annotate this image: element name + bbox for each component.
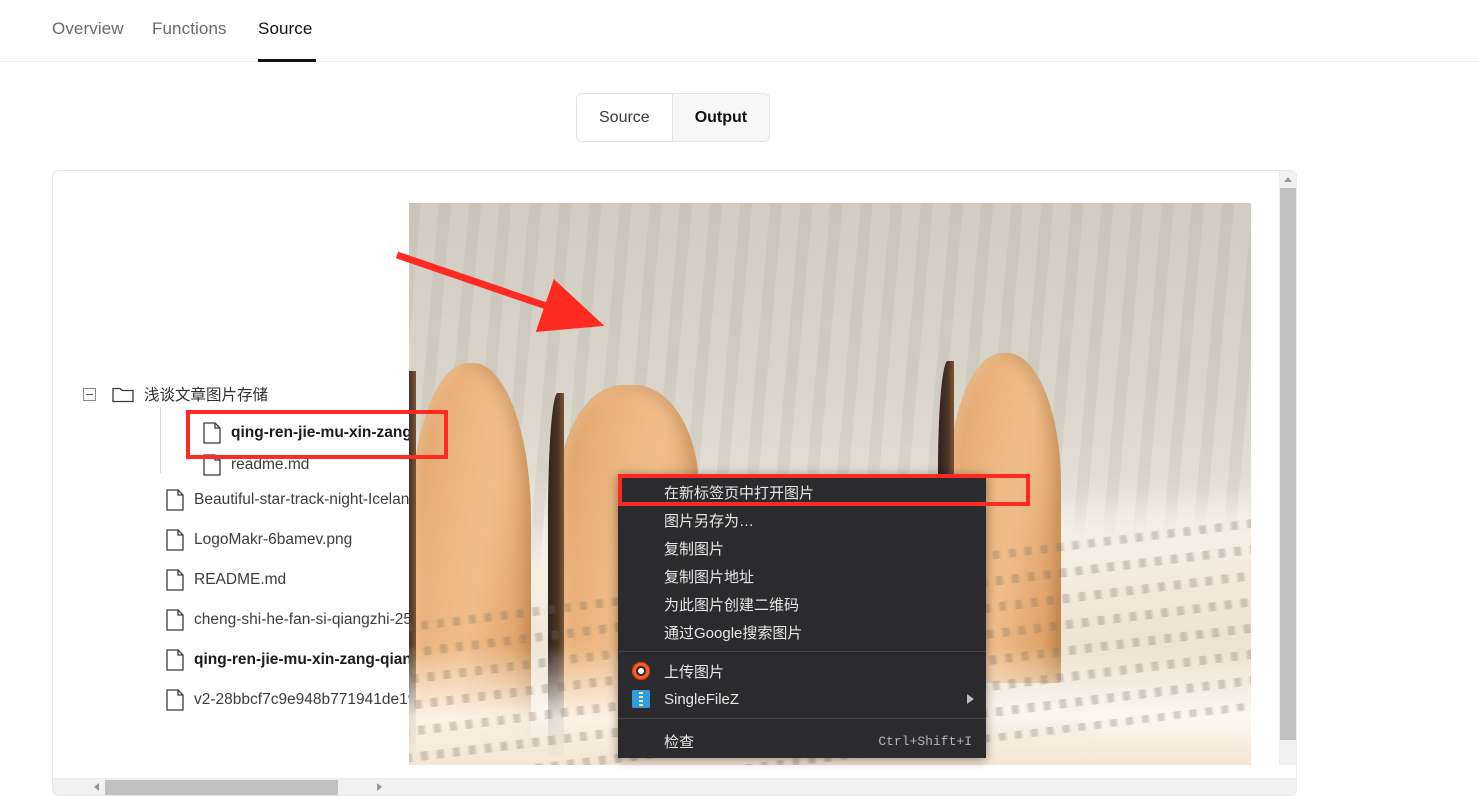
- tab-overview[interactable]: Overview: [52, 19, 124, 39]
- tree-label-file: cheng-shi-he-fan-si-qiangzhi-2560: [194, 611, 409, 628]
- context-menu-item-save-image-as[interactable]: 图片另存为…: [618, 506, 986, 534]
- file-icon: [166, 529, 184, 551]
- zip-file-icon: [632, 690, 650, 708]
- tree-row-file-cheng-shi-he-fan-si[interactable]: cheng-shi-he-fan-si-qiangzhi-2560: [166, 600, 409, 640]
- tree-label-file: LogoMakr-6bamev.png: [194, 531, 353, 548]
- inspect-shortcut-label: Ctrl+Shift+I: [878, 733, 972, 749]
- tree-label-file: qing-ren-jie-mu-xin-zang-qian: [194, 651, 409, 668]
- context-menu-item-copy-image[interactable]: 复制图片: [618, 534, 986, 562]
- output-panel: 浅谈文章图片存储 qing-ren-jie-mu-xin-zang readme…: [52, 170, 1297, 796]
- image-upload-icon: [632, 662, 650, 680]
- tree-label-file: readme.md: [231, 456, 310, 473]
- tree-row-file-readme-md-nested[interactable]: readme.md: [203, 445, 309, 485]
- file-icon: [166, 609, 184, 631]
- chevron-right-icon[interactable]: [371, 779, 388, 795]
- tree-label-file: v2-28bbcf7c9e948b771941de198f5: [194, 691, 409, 708]
- tree-row-file-readme-md[interactable]: README.md: [166, 560, 286, 600]
- context-menu-item-singlefilez[interactable]: SingleFileZ: [618, 685, 986, 713]
- image-context-menu: 在新标签页中打开图片 图片另存为… 复制图片 复制图片地址 为此图片创建二维码 …: [618, 474, 986, 758]
- context-menu-item-search-image-google[interactable]: 通过Google搜索图片: [618, 618, 986, 646]
- tree-row-root-folder[interactable]: 浅谈文章图片存储: [83, 374, 268, 414]
- context-menu-separator: [618, 651, 986, 652]
- tree-row-file-beautiful-star-track[interactable]: Beautiful-star-track-night-Iceland_: [166, 480, 409, 520]
- context-menu-item-open-image-new-tab[interactable]: 在新标签页中打开图片: [618, 478, 986, 506]
- top-tab-bar: Overview Functions Source: [0, 0, 1479, 62]
- tree-label-file: README.md: [194, 571, 287, 588]
- file-tree: 浅谈文章图片存储 qing-ren-jie-mu-xin-zang readme…: [53, 171, 409, 765]
- file-icon: [166, 489, 184, 511]
- file-icon: [166, 649, 184, 671]
- tree-row-file-qing-ren-jie-mu-xin-zang-qian[interactable]: qing-ren-jie-mu-xin-zang-qian: [166, 640, 409, 680]
- tab-source[interactable]: Source: [258, 19, 312, 39]
- view-mode-toggle: Source Output: [576, 93, 771, 142]
- tree-guide-line: [160, 407, 161, 473]
- tree-label-file: Beautiful-star-track-night-Iceland_: [194, 491, 409, 508]
- view-mode-output-button[interactable]: Output: [671, 94, 770, 141]
- context-menu-item-inspect[interactable]: 检查 Ctrl+Shift+I: [618, 724, 986, 758]
- vertical-scrollbar[interactable]: [1279, 171, 1296, 765]
- context-menu-separator: [618, 718, 986, 719]
- file-icon: [166, 689, 184, 711]
- tree-row-file-logomakr-png[interactable]: LogoMakr-6bamev.png: [166, 520, 352, 560]
- horizontal-scrollbar[interactable]: [53, 778, 1296, 795]
- context-menu-item-copy-image-address[interactable]: 复制图片地址: [618, 562, 986, 590]
- collapse-minus-icon[interactable]: [83, 387, 96, 401]
- chevron-left-icon[interactable]: [88, 779, 105, 795]
- chevron-up-icon[interactable]: [1280, 171, 1296, 188]
- horizontal-scrollbar-thumb[interactable]: [105, 780, 338, 795]
- folder-icon: [112, 385, 134, 403]
- tree-label-file: qing-ren-jie-mu-xin-zang: [231, 424, 409, 441]
- submenu-chevron-right-icon: [967, 694, 974, 704]
- vertical-scrollbar-thumb[interactable]: [1280, 188, 1296, 740]
- context-menu-item-upload-image[interactable]: 上传图片: [618, 657, 986, 685]
- tab-functions[interactable]: Functions: [152, 19, 227, 39]
- tree-label-root-folder: 浅谈文章图片存储: [144, 387, 269, 404]
- file-icon: [203, 454, 221, 476]
- view-mode-source-button[interactable]: Source: [577, 94, 672, 141]
- active-tab-underline: [258, 59, 316, 62]
- file-icon: [166, 569, 184, 591]
- tree-row-file-v2-hash[interactable]: v2-28bbcf7c9e948b771941de198f5: [166, 680, 409, 720]
- file-icon: [203, 422, 221, 444]
- context-menu-item-create-qr-code[interactable]: 为此图片创建二维码: [618, 590, 986, 618]
